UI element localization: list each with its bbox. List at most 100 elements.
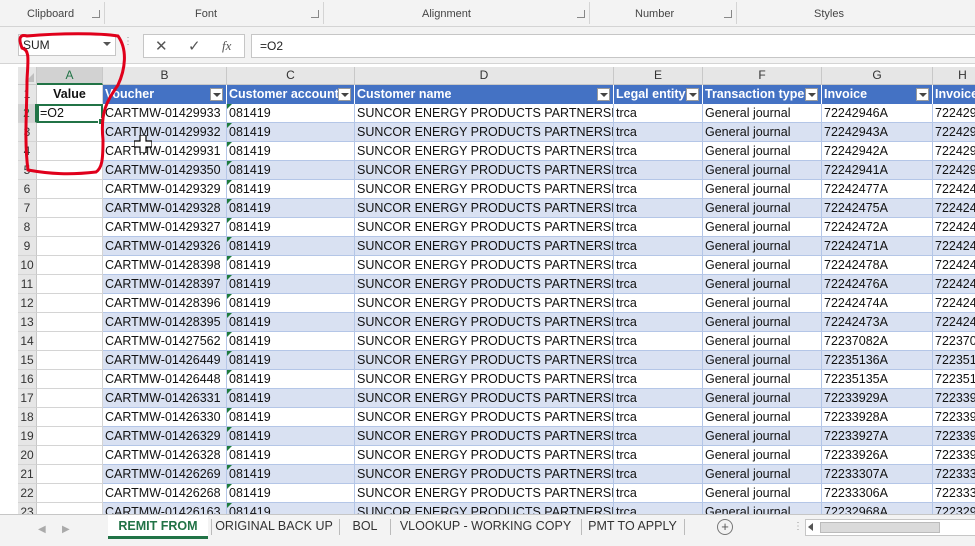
cell-invoice[interactable]: 72242943A xyxy=(822,123,933,142)
cell-invoice2[interactable]: 722351 xyxy=(933,351,975,370)
cell-entity[interactable]: trca xyxy=(614,465,703,484)
row-header[interactable]: 15 xyxy=(18,351,37,370)
cell-acct[interactable]: 081419 xyxy=(227,427,355,446)
sheet-tab[interactable]: PMT TO APPLY xyxy=(584,515,681,539)
cell[interactable] xyxy=(37,408,103,427)
cell-invoice2[interactable]: 722429 xyxy=(933,104,975,123)
dialog-launcher-icon[interactable] xyxy=(724,10,732,18)
cell-voucher[interactable]: CARTMW-01428395 xyxy=(103,313,227,332)
cell-invoice[interactable]: 72233306A xyxy=(822,484,933,503)
cell-invoice2[interactable]: 722424 xyxy=(933,199,975,218)
column-header-g[interactable]: G xyxy=(822,67,933,85)
cell-type[interactable]: General journal xyxy=(703,256,822,275)
sheet-tab[interactable]: BOL xyxy=(343,515,387,539)
formula-bar-resize-handle[interactable]: ⋮ xyxy=(123,37,133,50)
cell[interactable] xyxy=(37,313,103,332)
name-box[interactable]: SUM xyxy=(18,34,116,56)
cell-invoice[interactable]: 72242942A xyxy=(822,142,933,161)
cell[interactable] xyxy=(37,427,103,446)
cell-invoice2[interactable]: 722370 xyxy=(933,332,975,351)
chevron-down-icon[interactable] xyxy=(103,42,111,46)
cell-entity[interactable]: trca xyxy=(614,427,703,446)
table-header-cell[interactable]: Invoice xyxy=(822,85,933,105)
cell[interactable] xyxy=(37,161,103,180)
cell-type[interactable]: General journal xyxy=(703,370,822,389)
cell-invoice[interactable]: 72233927A xyxy=(822,427,933,446)
cell-invoice2[interactable]: 722339 xyxy=(933,408,975,427)
cell-acct[interactable]: 081419 xyxy=(227,313,355,332)
dialog-launcher-icon[interactable] xyxy=(311,10,319,18)
row-header[interactable]: 1 xyxy=(18,85,37,105)
cell[interactable] xyxy=(37,446,103,465)
cell-entity[interactable]: trca xyxy=(614,237,703,256)
cell[interactable] xyxy=(37,370,103,389)
cell-voucher[interactable]: CARTMW-01429329 xyxy=(103,180,227,199)
cell-invoice[interactable]: 72233926A xyxy=(822,446,933,465)
cell-type[interactable]: General journal xyxy=(703,446,822,465)
cell-name[interactable]: SUNCOR ENERGY PRODUCTS PARTNERSHIP xyxy=(355,484,614,503)
cell-name[interactable]: SUNCOR ENERGY PRODUCTS PARTNERSHIP xyxy=(355,389,614,408)
cell-entity[interactable]: trca xyxy=(614,389,703,408)
cell-acct[interactable]: 081419 xyxy=(227,142,355,161)
cell-type[interactable]: General journal xyxy=(703,218,822,237)
cell-type[interactable]: General journal xyxy=(703,427,822,446)
cell-name[interactable]: SUNCOR ENERGY PRODUCTS PARTNERSHIP xyxy=(355,370,614,389)
row-header[interactable]: 6 xyxy=(18,180,37,199)
cell-entity[interactable]: trca xyxy=(614,313,703,332)
scrollbar-thumb[interactable] xyxy=(820,522,940,533)
cell-entity[interactable]: trca xyxy=(614,370,703,389)
cell-name[interactable]: SUNCOR ENERGY PRODUCTS PARTNERSHIP xyxy=(355,427,614,446)
cell-invoice[interactable]: 72242946A xyxy=(822,104,933,123)
column-header-h[interactable]: H xyxy=(933,67,975,85)
cell-acct[interactable]: 081419 xyxy=(227,294,355,313)
row-header[interactable]: 5 xyxy=(18,161,37,180)
cell-invoice[interactable]: 72242478A xyxy=(822,256,933,275)
column-header-e[interactable]: E xyxy=(614,67,703,85)
filter-dropdown-icon[interactable] xyxy=(916,88,929,101)
cell-voucher[interactable]: CARTMW-01426449 xyxy=(103,351,227,370)
cell-entity[interactable]: trca xyxy=(614,218,703,237)
cell-invoice2[interactable]: 722424 xyxy=(933,218,975,237)
cell-name[interactable]: SUNCOR ENERGY PRODUCTS PARTNERSHIP xyxy=(355,294,614,313)
row-header[interactable]: 21 xyxy=(18,465,37,484)
cell-acct[interactable]: 081419 xyxy=(227,161,355,180)
cell[interactable] xyxy=(37,123,103,142)
cell-invoice2[interactable]: 722339 xyxy=(933,427,975,446)
cell-invoice[interactable]: 72242477A xyxy=(822,180,933,199)
cell-invoice[interactable]: 72235135A xyxy=(822,370,933,389)
cell-type[interactable]: General journal xyxy=(703,142,822,161)
cell-invoice[interactable]: 72233307A xyxy=(822,465,933,484)
row-header[interactable]: 7 xyxy=(18,199,37,218)
cell-name[interactable]: SUNCOR ENERGY PRODUCTS PARTNERSHIP xyxy=(355,218,614,237)
cell-voucher[interactable]: CARTMW-01428397 xyxy=(103,275,227,294)
sheet-tab[interactable]: VLOOKUP - WORKING COPY xyxy=(393,515,578,539)
cell-acct[interactable]: 081419 xyxy=(227,332,355,351)
cell-voucher[interactable]: CARTMW-01429933 xyxy=(103,104,227,123)
cell-invoice[interactable]: 72233928A xyxy=(822,408,933,427)
table-header-cell[interactable]: Legal entity xyxy=(614,85,703,105)
cell-voucher[interactable]: CARTMW-01429932 xyxy=(103,123,227,142)
cell-type[interactable]: General journal xyxy=(703,294,822,313)
column-header-a[interactable]: A xyxy=(37,67,103,85)
row-header[interactable]: 22 xyxy=(18,484,37,503)
cell-acct[interactable]: 081419 xyxy=(227,237,355,256)
enter-icon[interactable]: ✓ xyxy=(188,37,201,55)
cell-invoice2[interactable]: 722339 xyxy=(933,389,975,408)
row-header[interactable]: 13 xyxy=(18,313,37,332)
cell-type[interactable]: General journal xyxy=(703,199,822,218)
dialog-launcher-icon[interactable] xyxy=(577,10,585,18)
cell-invoice[interactable]: 72242472A xyxy=(822,218,933,237)
cell-type[interactable]: General journal xyxy=(703,237,822,256)
horizontal-scrollbar[interactable] xyxy=(805,519,975,536)
row-header[interactable]: 4 xyxy=(18,142,37,161)
cell[interactable] xyxy=(37,351,103,370)
cell-voucher[interactable]: CARTMW-01426331 xyxy=(103,389,227,408)
filter-dropdown-icon[interactable] xyxy=(210,88,223,101)
cell-entity[interactable]: trca xyxy=(614,275,703,294)
cell-voucher[interactable]: CARTMW-01426448 xyxy=(103,370,227,389)
cell-entity[interactable]: trca xyxy=(614,180,703,199)
filter-dropdown-icon[interactable] xyxy=(597,88,610,101)
cell[interactable] xyxy=(37,142,103,161)
filter-dropdown-icon[interactable] xyxy=(338,88,351,101)
cell-voucher[interactable]: CARTMW-01428398 xyxy=(103,256,227,275)
